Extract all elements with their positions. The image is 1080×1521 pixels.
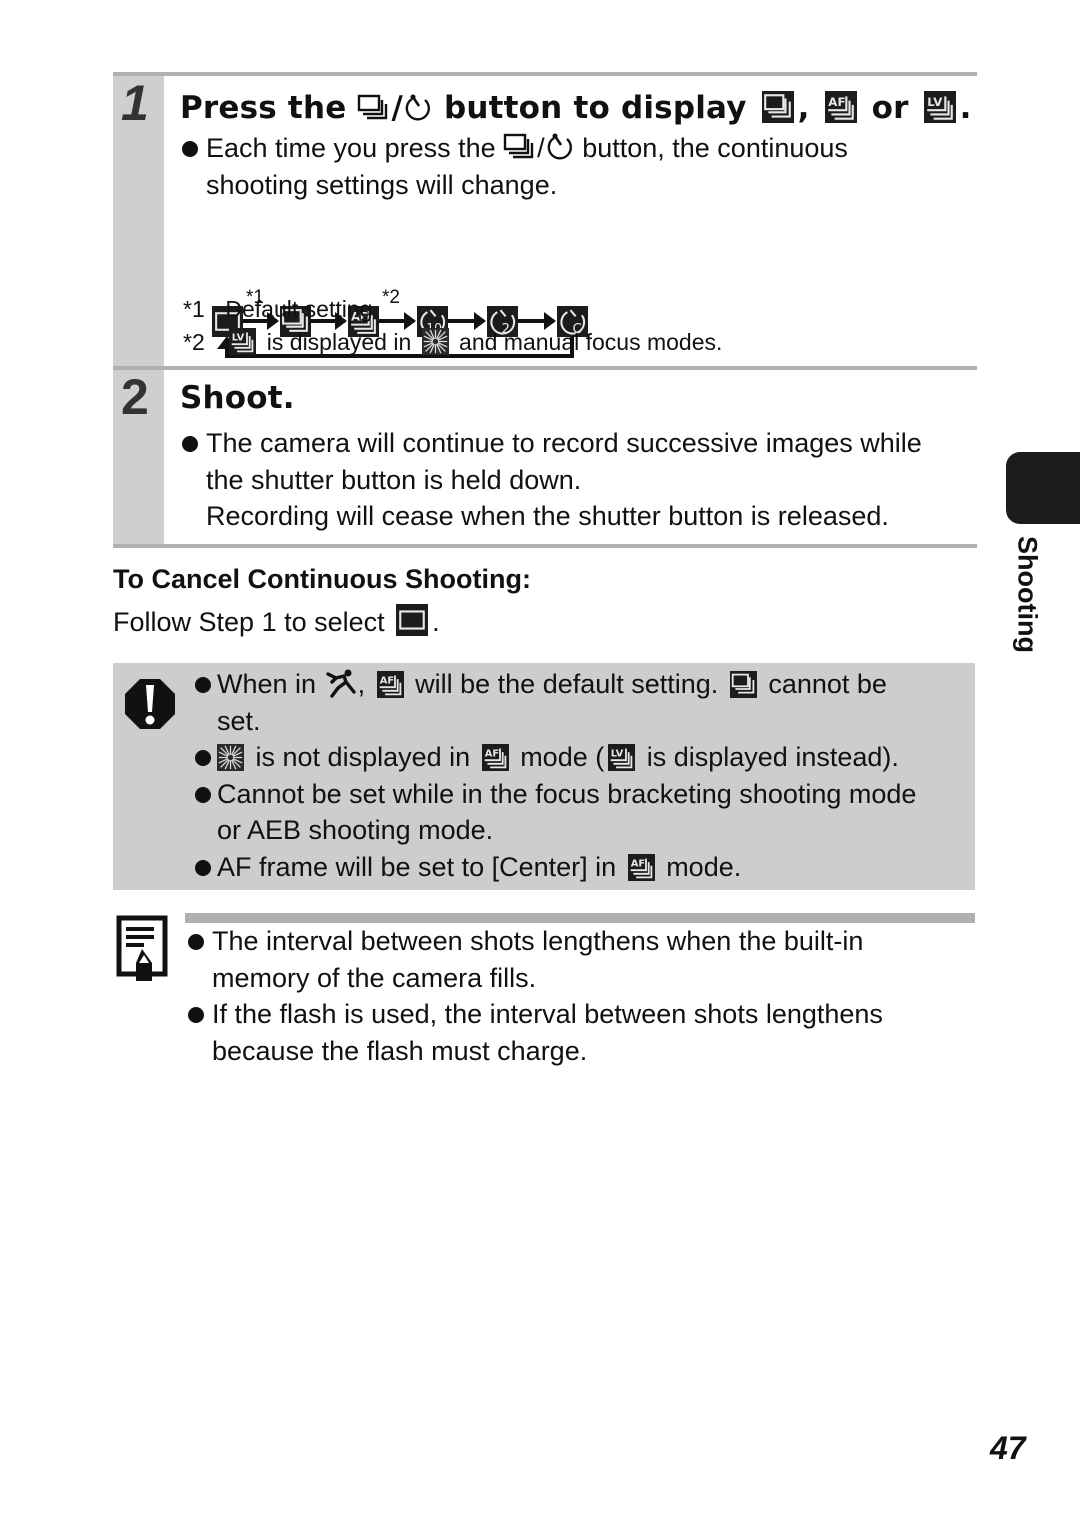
caution-icon <box>125 679 175 729</box>
comma: , <box>797 90 810 126</box>
item-text: is not displayed in <box>255 742 471 772</box>
continuous-af-icon <box>627 853 655 881</box>
arrow <box>379 312 416 330</box>
step-number-panel: 2 <box>113 370 164 544</box>
arrow <box>448 312 486 330</box>
continuous-af-icon <box>376 671 404 698</box>
title-text: or <box>871 90 909 126</box>
item-text: or AEB shooting mode. <box>217 815 494 845</box>
footnote-1: *1 Default setting. <box>183 294 379 324</box>
bullet-text: button, the continuous <box>582 133 848 163</box>
bullet-text: shooting settings will change. <box>206 169 558 200</box>
title-text: Press the <box>180 90 347 126</box>
step-number-panel: 1 <box>113 76 164 366</box>
memo-divider <box>185 913 975 923</box>
bullet-text: The camera will continue to record succe… <box>206 428 922 458</box>
single-shot-icon <box>396 604 429 636</box>
footnote-mark: *2 <box>183 329 205 355</box>
step-1-bullet: Each time you press the / button, the co… <box>180 130 977 203</box>
item-text: If the flash is used, the interval betwe… <box>212 999 883 1029</box>
step-2-bullet: The camera will continue to record succe… <box>180 425 977 498</box>
step-1-body: Press the / button to display , or . Eac… <box>180 76 977 203</box>
slash: / <box>391 90 403 126</box>
item-text: will be the default setting. <box>415 669 719 699</box>
continuous-af-icon <box>824 91 857 123</box>
footnote-text: Default setting. <box>225 296 379 322</box>
caution-item: When in , will be the default setting. c… <box>193 666 965 739</box>
item-text: is displayed instead). <box>646 742 899 772</box>
memo-icon <box>116 915 168 981</box>
step-2-body: Shoot. The camera will continue to recor… <box>180 370 977 535</box>
footnote-text: and manual focus modes. <box>459 329 723 355</box>
memo-list: The interval between shots lengthens whe… <box>186 923 976 1069</box>
item-text: Cannot be set while in the focus bracket… <box>217 778 917 809</box>
continuous-af-icon <box>481 744 509 771</box>
item-text: set. <box>217 705 261 736</box>
item-text: AF frame will be set to [Center] in <box>217 851 617 882</box>
item-text: because the flash must charge. <box>212 1035 588 1066</box>
step-number: 2 <box>121 369 149 425</box>
item-text: The interval between shots lengthens whe… <box>212 926 864 956</box>
arrow <box>518 312 556 330</box>
continuous-lv-icon <box>923 91 956 123</box>
chapter-label: Shooting <box>1012 536 1043 666</box>
bullet-text: Each time you press the <box>206 133 496 163</box>
item-text: mode. <box>666 851 742 882</box>
footnote-text: is displayed in <box>266 329 412 355</box>
item-text: memory of the camera fills. <box>212 962 537 993</box>
bullet-text: the shutter button is held down. <box>206 464 582 495</box>
footnote-2: *2 is displayed in and manual focus mode… <box>183 327 722 357</box>
continuous-drive-icon <box>503 132 537 162</box>
step-1-title: Press the / button to display , or . <box>180 86 977 130</box>
memo-item: If the flash is used, the interval betwe… <box>186 996 976 1069</box>
step-2: 2 Shoot. The camera will continue to rec… <box>113 370 977 544</box>
continuous-drive-icon <box>357 93 391 123</box>
item-text: cannot be <box>768 669 887 699</box>
chapter-label-text: Shooting <box>1012 536 1043 653</box>
self-timer-icon <box>403 93 433 123</box>
item-text: When in <box>217 669 317 699</box>
page-number: 47 <box>990 1430 1026 1466</box>
step-number: 1 <box>121 75 149 131</box>
period: . <box>959 90 972 126</box>
continuous-shooting-icon <box>729 671 757 698</box>
title-text: button to display <box>443 90 747 126</box>
sports-mode-icon <box>324 668 358 698</box>
continuous-lv-icon <box>229 328 257 355</box>
item-text: mode ( <box>520 742 605 772</box>
comma: , <box>357 669 366 699</box>
cancel-heading: To Cancel Continuous Shooting: <box>113 564 531 594</box>
step-2-title: Shoot. <box>180 380 295 416</box>
continuous-shooting-icon <box>761 91 794 123</box>
step-1: 1 Press the / button to display , or . E… <box>113 76 977 366</box>
continuous-lv-icon <box>608 744 636 771</box>
step2-bottom-rule <box>113 544 977 548</box>
caution-item: AF frame will be set to [Center] in mode… <box>193 849 965 886</box>
manual-focus-icon <box>421 328 449 355</box>
footnote-mark: *1 <box>183 296 205 322</box>
manual-focus-icon <box>217 744 244 771</box>
slash: / <box>537 133 545 163</box>
chapter-tab <box>1006 452 1080 524</box>
caution-item: Cannot be set while in the focus bracket… <box>193 776 965 849</box>
footnote-mark-2: *2 <box>382 287 400 308</box>
caution-item: is not displayed in mode ( is displayed … <box>193 739 965 776</box>
self-timer-icon <box>545 132 575 162</box>
step-2-note: Recording will cease when the shutter bu… <box>206 501 889 531</box>
cancel-instruction: Follow Step 1 to select . <box>113 604 440 640</box>
caution-box: When in , will be the default setting. c… <box>113 663 975 890</box>
instruction-text: Follow Step 1 to select <box>113 607 385 637</box>
period: . <box>432 607 440 637</box>
memo-item: The interval between shots lengthens whe… <box>186 923 976 996</box>
caution-list: When in , will be the default setting. c… <box>193 666 965 885</box>
